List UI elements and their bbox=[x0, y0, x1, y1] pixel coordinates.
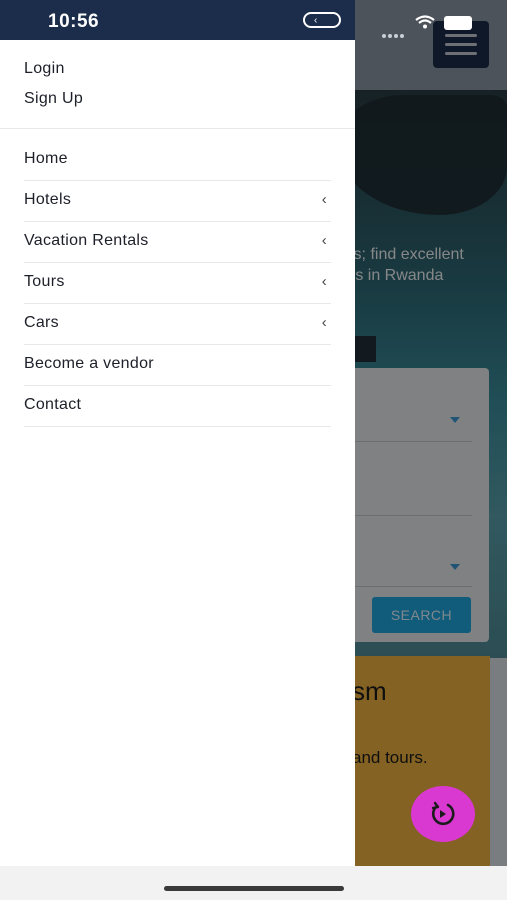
auth-links: Login Sign Up bbox=[24, 58, 83, 118]
menu-item-hotels[interactable]: Hotels ‹ bbox=[24, 181, 331, 222]
signal-icon bbox=[382, 25, 406, 43]
home-indicator[interactable] bbox=[164, 886, 344, 891]
battery-icon bbox=[444, 16, 472, 30]
menu-item-home[interactable]: Home bbox=[24, 140, 331, 181]
drawer-menu: Home Hotels ‹ Vacation Rentals ‹ Tours ‹… bbox=[24, 140, 331, 427]
chevron-left-icon[interactable]: ‹ bbox=[322, 222, 327, 260]
menu-item-label: Become a vendor bbox=[24, 355, 154, 372]
chevron-left-icon[interactable]: ‹ bbox=[322, 304, 327, 342]
refresh-icon[interactable] bbox=[411, 786, 475, 842]
menu-item-label: Vacation Rentals bbox=[24, 232, 149, 249]
menu-item-contact[interactable]: Contact bbox=[24, 386, 331, 427]
login-link[interactable]: Login bbox=[24, 58, 83, 88]
chevron-left-icon[interactable]: ‹ bbox=[322, 263, 327, 301]
status-bar: 10:56 ‹ bbox=[0, 0, 507, 40]
back-pill-icon[interactable]: ‹ bbox=[303, 12, 341, 28]
status-time: 10:56 bbox=[48, 11, 100, 32]
menu-item-label: Home bbox=[24, 150, 68, 167]
menu-item-tours[interactable]: Tours ‹ bbox=[24, 263, 331, 304]
menu-item-become-a-vendor[interactable]: Become a vendor bbox=[24, 345, 331, 386]
menu-item-label: Hotels bbox=[24, 191, 72, 208]
navigation-drawer: Login Sign Up Home Hotels ‹ Vacation Ren… bbox=[0, 40, 355, 866]
drawer-divider bbox=[0, 128, 355, 129]
menu-item-vacation-rentals[interactable]: Vacation Rentals ‹ bbox=[24, 222, 331, 263]
bottom-bar bbox=[0, 866, 507, 900]
chevron-left-icon[interactable]: ‹ bbox=[322, 181, 327, 219]
wifi-icon bbox=[415, 15, 435, 29]
sign-up-link[interactable]: Sign Up bbox=[24, 88, 83, 118]
menu-item-label: Cars bbox=[24, 314, 59, 331]
menu-item-cars[interactable]: Cars ‹ bbox=[24, 304, 331, 345]
menu-item-label: Contact bbox=[24, 396, 82, 413]
menu-item-label: Tours bbox=[24, 273, 65, 290]
